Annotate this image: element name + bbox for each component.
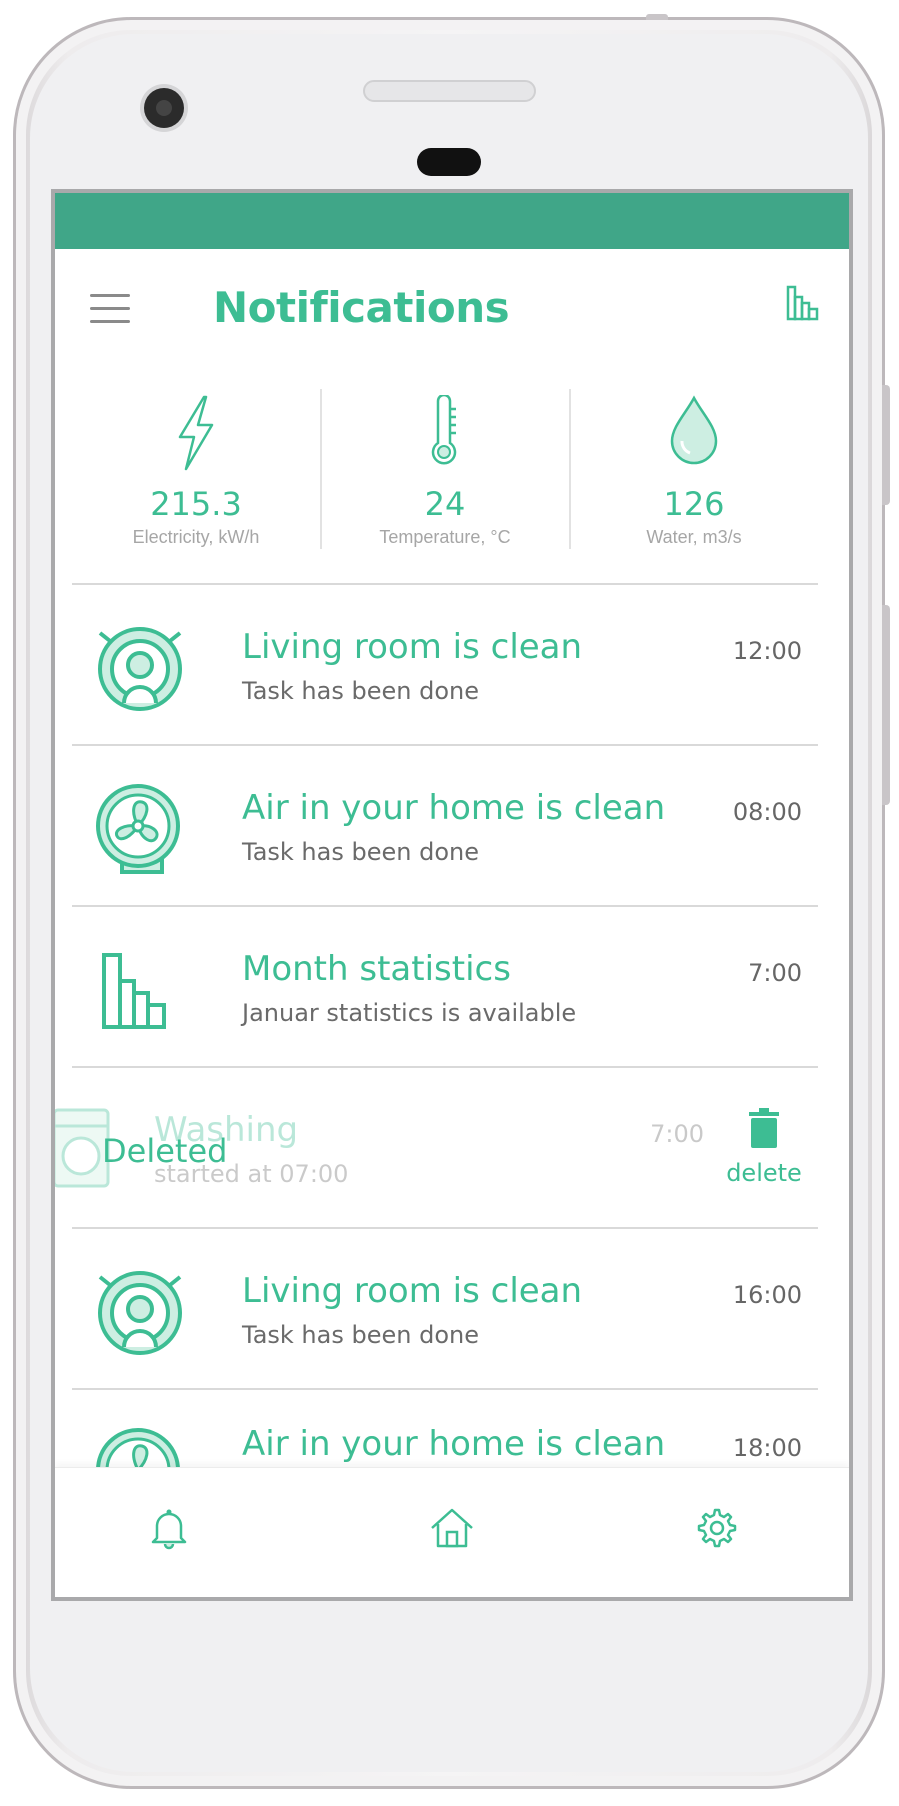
robot-vacuum-icon <box>98 1271 182 1355</box>
list-item[interactable]: Living room is clean Task has been done … <box>72 1227 818 1389</box>
metric-label: Electricity, kW/h <box>132 527 260 547</box>
page-title: Notifications <box>213 283 510 332</box>
robot-vacuum-icon <box>98 627 182 711</box>
power-button <box>882 605 890 805</box>
metric-label: Temperature, °C <box>379 527 511 547</box>
home-icon[interactable] <box>428 1504 476 1552</box>
metric-temperature: 24 Temperature, °C <box>321 389 569 551</box>
metrics-panel: 215.3 Electricity, kW/h 24 Temperature, … <box>72 389 818 551</box>
notification-subtitle: Task has been done <box>242 838 479 866</box>
volume-button <box>882 385 890 505</box>
thermometer-icon <box>431 395 457 465</box>
notification-title: Month statistics <box>242 949 511 989</box>
metric-water: 126 Water, m3/s <box>570 389 818 551</box>
notification-time: 08:00 <box>732 798 802 826</box>
settings-icon[interactable] <box>691 1504 739 1552</box>
notification-time: 12:00 <box>732 637 802 665</box>
delete-button[interactable]: delete <box>724 1108 804 1187</box>
top-button <box>646 14 668 20</box>
notification-time: 7:00 <box>650 1120 704 1148</box>
trash-icon <box>749 1108 779 1148</box>
water-drop-icon <box>670 395 718 465</box>
lightning-icon <box>178 395 214 471</box>
notification-subtitle: Task has been done <box>242 1321 479 1349</box>
metric-value: 126 <box>663 485 725 523</box>
notification-subtitle: Januar statistics is available <box>242 999 577 1027</box>
list-item-swiped[interactable]: Washing started at 07:00 7:00 Deleted de… <box>55 1066 818 1228</box>
notification-title: Living room is clean <box>242 1271 583 1311</box>
notification-title: Air in your home is clean <box>242 1424 666 1464</box>
deleted-label: Deleted <box>102 1132 228 1170</box>
metric-label: Water, m3/s <box>646 527 742 547</box>
list-item[interactable]: Month statistics Januar statistics is av… <box>72 905 818 1067</box>
proximity-sensor <box>417 148 481 176</box>
notification-title: Air in your home is clean <box>242 788 666 828</box>
bell-icon[interactable] <box>145 1504 193 1552</box>
notification-title: Living room is clean <box>242 627 583 667</box>
fan-icon <box>96 784 180 874</box>
list-item[interactable]: Air in your home is clean Task has been … <box>72 744 818 906</box>
app-bar: Notifications <box>55 249 849 373</box>
app-screen: Notifications 215.3 Electricity, kW/h 24… <box>51 189 853 1601</box>
bar-chart-icon <box>102 953 166 1029</box>
metric-electricity: 215.3 Electricity, kW/h <box>72 389 320 551</box>
bottom-navigation <box>55 1467 849 1597</box>
notification-subtitle: Task has been done <box>242 677 479 705</box>
notification-time: 18:00 <box>732 1434 802 1462</box>
metric-value: 215.3 <box>150 485 242 523</box>
notification-time: 7:00 <box>748 959 802 987</box>
front-camera <box>144 88 184 128</box>
statistics-icon[interactable] <box>786 285 822 321</box>
metric-value: 24 <box>424 485 466 523</box>
earpiece-speaker <box>363 80 536 102</box>
notification-time: 16:00 <box>732 1281 802 1309</box>
status-bar <box>55 193 849 249</box>
delete-label: delete <box>726 1159 802 1187</box>
list-item[interactable]: Living room is clean Task has been done … <box>72 583 818 745</box>
hamburger-menu-icon[interactable] <box>90 294 130 324</box>
